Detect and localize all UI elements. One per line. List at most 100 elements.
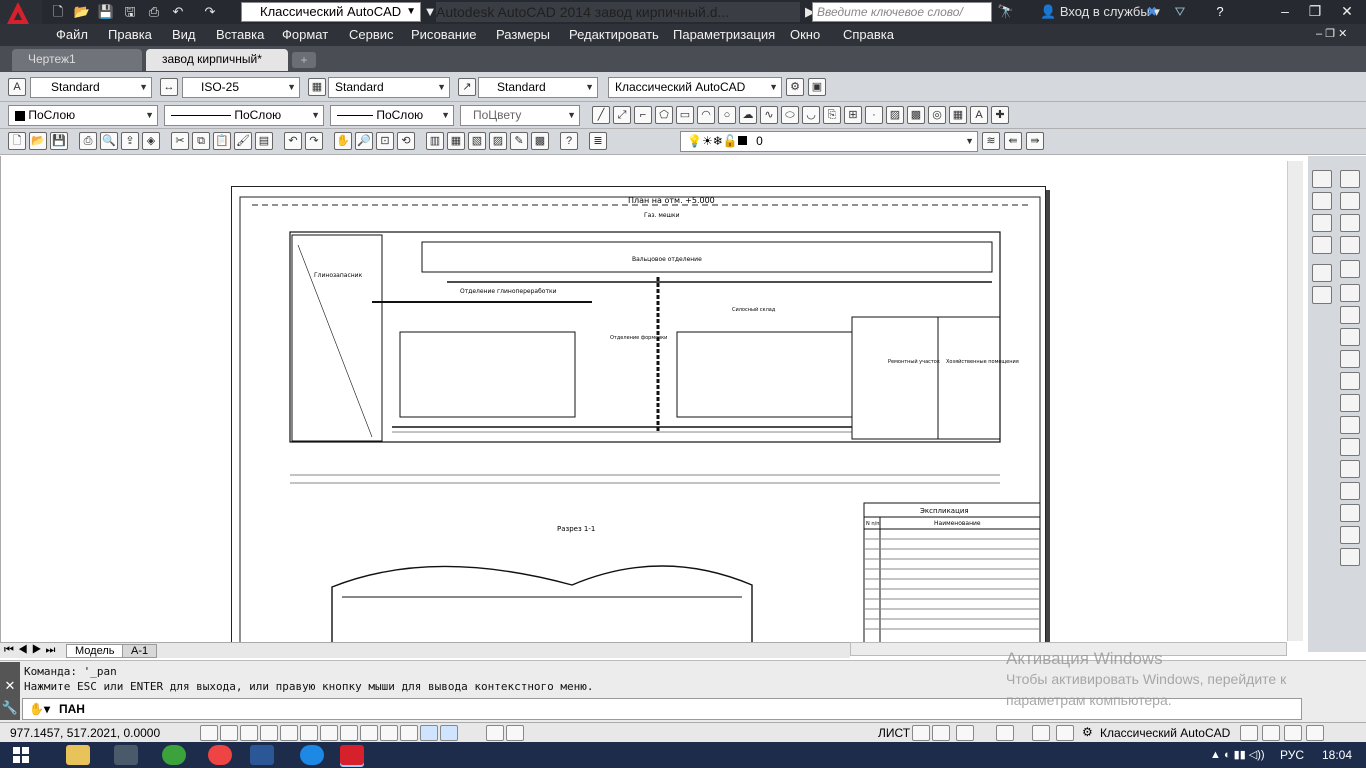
table-style-icon[interactable]: ▦ bbox=[308, 78, 326, 96]
chamfer-icon[interactable] bbox=[1340, 482, 1360, 500]
lock-ui-icon[interactable] bbox=[1240, 725, 1258, 741]
menu-window[interactable]: Окно bbox=[790, 27, 820, 42]
annotation-scale-icon[interactable] bbox=[996, 725, 1014, 741]
workspace-switch[interactable]: Классический AutoCAD bbox=[1100, 726, 1230, 740]
line-icon[interactable]: ╱ bbox=[592, 106, 610, 124]
grid-icon[interactable] bbox=[240, 725, 258, 741]
layer-states-icon[interactable]: ⇛ bbox=[1026, 132, 1044, 150]
properties-icon[interactable]: ▥ bbox=[426, 132, 444, 150]
linetype-select[interactable]: ПоСлою ▼ bbox=[164, 105, 324, 126]
hardware-accel-icon[interactable] bbox=[1262, 725, 1280, 741]
layer-tool4-icon[interactable] bbox=[1312, 236, 1332, 254]
open-icon[interactable]: 📂 bbox=[72, 3, 92, 21]
add-selected-icon[interactable]: ✚ bbox=[991, 106, 1009, 124]
layout-nav-icon[interactable]: ⏮◀▶⏭ bbox=[4, 644, 59, 657]
table-icon[interactable]: ▦ bbox=[949, 106, 967, 124]
ellipse-icon[interactable]: ⬭ bbox=[781, 106, 799, 124]
clean-screen-status-icon[interactable] bbox=[1306, 725, 1324, 741]
command-window-handle[interactable]: ✕ 🔧 bbox=[0, 662, 20, 720]
binoculars-icon[interactable]: 🔭 bbox=[996, 3, 1016, 21]
print-icon[interactable]: ⎙ bbox=[144, 3, 164, 21]
language-indicator[interactable]: РУС bbox=[1280, 748, 1304, 762]
quick-view-layouts-icon[interactable] bbox=[912, 725, 930, 741]
color-select[interactable]: ПоСлою ▼ bbox=[8, 105, 158, 126]
infer-constraints-icon[interactable] bbox=[200, 725, 218, 741]
connect-icon[interactable]: ⛛ bbox=[1170, 3, 1190, 21]
layer-tool2-icon[interactable] bbox=[1312, 192, 1332, 210]
help-icon[interactable]: ? bbox=[1210, 3, 1230, 21]
auto-scale-icon[interactable] bbox=[1056, 725, 1074, 741]
block-editor-icon[interactable]: ▤ bbox=[255, 132, 273, 150]
menu-insert[interactable]: Вставка bbox=[216, 27, 264, 42]
text-style-select[interactable]: Standard ▼ bbox=[30, 77, 152, 98]
mleader-style-icon[interactable]: ↗ bbox=[458, 78, 476, 96]
calc-icon[interactable]: ▩ bbox=[531, 132, 549, 150]
new-tab-button[interactable]: + bbox=[292, 52, 316, 68]
wrench-icon[interactable]: 🔧 bbox=[0, 700, 20, 716]
insert-block-icon[interactable]: ⎘ bbox=[823, 106, 841, 124]
menu-parametric[interactable]: Параметризация bbox=[673, 27, 775, 42]
osnap-icon[interactable] bbox=[300, 725, 318, 741]
dim-style-icon[interactable]: ↔ bbox=[160, 78, 178, 96]
3d-osnap-icon[interactable] bbox=[320, 725, 338, 741]
save-icon[interactable]: 💾 bbox=[96, 3, 116, 21]
markup-icon[interactable]: ✎ bbox=[510, 132, 528, 150]
drawing-canvas[interactable]: План на отм. +5.000 Газ. мешки Глинозапа… bbox=[0, 156, 1306, 646]
ellipse-arc-icon[interactable]: ◡ bbox=[802, 106, 820, 124]
mtext-icon[interactable]: A bbox=[970, 106, 988, 124]
polyline-icon[interactable]: ⌐ bbox=[634, 106, 652, 124]
workspace-switch-icon[interactable]: ⚙ bbox=[1082, 725, 1093, 739]
text-style-icon[interactable]: A bbox=[8, 78, 26, 96]
saveas-icon[interactable]: 🖫 bbox=[120, 3, 140, 21]
coordinates-readout[interactable]: 977.1457, 517.2021, 0.0000 bbox=[10, 726, 160, 740]
arc-icon[interactable]: ◠ bbox=[697, 106, 715, 124]
tab-drawing1[interactable]: Чертеж1 bbox=[12, 49, 142, 71]
lineweight-toggle-icon[interactable] bbox=[400, 725, 418, 741]
menu-view[interactable]: Вид bbox=[172, 27, 196, 42]
copy-icon[interactable]: ⧉ bbox=[192, 132, 210, 150]
layer-walk-icon[interactable] bbox=[1312, 286, 1332, 304]
layer-previous-icon[interactable]: ⇚ bbox=[1004, 132, 1022, 150]
pan-icon[interactable]: ✋ bbox=[334, 132, 352, 150]
region-icon[interactable]: ◎ bbox=[928, 106, 946, 124]
menu-modify[interactable]: Редактировать bbox=[569, 27, 659, 42]
explode-icon[interactable] bbox=[1340, 548, 1360, 566]
menu-draw[interactable]: Рисование bbox=[411, 27, 476, 42]
open-file-icon[interactable]: 📂 bbox=[29, 132, 47, 150]
quick-props-icon[interactable] bbox=[440, 725, 458, 741]
spline-icon[interactable]: ∿ bbox=[760, 106, 778, 124]
clock[interactable]: 18:04 bbox=[1322, 748, 1352, 762]
autocad-taskbar-icon[interactable] bbox=[340, 745, 364, 765]
extend-icon[interactable] bbox=[1340, 394, 1360, 412]
minimize-icon[interactable]: – bbox=[1270, 0, 1300, 22]
fillet-icon[interactable] bbox=[1340, 504, 1360, 522]
rectangle-icon[interactable]: ▭ bbox=[676, 106, 694, 124]
layer-tool-icon[interactable] bbox=[1312, 170, 1332, 188]
workspace-dropdown[interactable]: Классический AutoCAD ▼ bbox=[241, 2, 421, 22]
stretch-icon[interactable] bbox=[1340, 350, 1360, 368]
menu-file[interactable]: Файл bbox=[56, 27, 88, 42]
selection-cycling-icon[interactable] bbox=[486, 725, 504, 741]
layer-manager-icon[interactable]: ≣ bbox=[589, 132, 607, 150]
dim-style-select[interactable]: ISO-25 ▼ bbox=[182, 77, 300, 98]
annotation-monitor-icon[interactable] bbox=[506, 725, 524, 741]
table-style-select[interactable]: Standard ▼ bbox=[328, 77, 450, 98]
otrack-icon[interactable] bbox=[340, 725, 358, 741]
paper-space-toggle[interactable]: ЛИСТ bbox=[878, 726, 910, 740]
menu-format[interactable]: Формат bbox=[282, 27, 328, 42]
zoom-realtime-icon[interactable]: 🔎 bbox=[355, 132, 373, 150]
scale-icon[interactable] bbox=[1340, 328, 1360, 346]
make-current-layer-icon[interactable]: ≋ bbox=[982, 132, 1000, 150]
command-close-icon[interactable]: ✕ bbox=[0, 678, 20, 694]
design-center-icon[interactable]: ▦ bbox=[447, 132, 465, 150]
vertical-scrollbar[interactable] bbox=[1287, 161, 1303, 641]
menu-help[interactable]: Справка bbox=[843, 27, 894, 42]
cut-icon[interactable]: ✂ bbox=[171, 132, 189, 150]
isolate-objects-icon[interactable] bbox=[1284, 725, 1302, 741]
gradient-icon[interactable]: ▩ bbox=[907, 106, 925, 124]
zoom-previous-icon[interactable]: ⟲ bbox=[397, 132, 415, 150]
publish-icon[interactable]: ⇪ bbox=[121, 132, 139, 150]
abc-check-icon[interactable] bbox=[1312, 264, 1332, 282]
tab-a1[interactable]: A-1 bbox=[122, 644, 158, 658]
ortho-icon[interactable] bbox=[260, 725, 278, 741]
